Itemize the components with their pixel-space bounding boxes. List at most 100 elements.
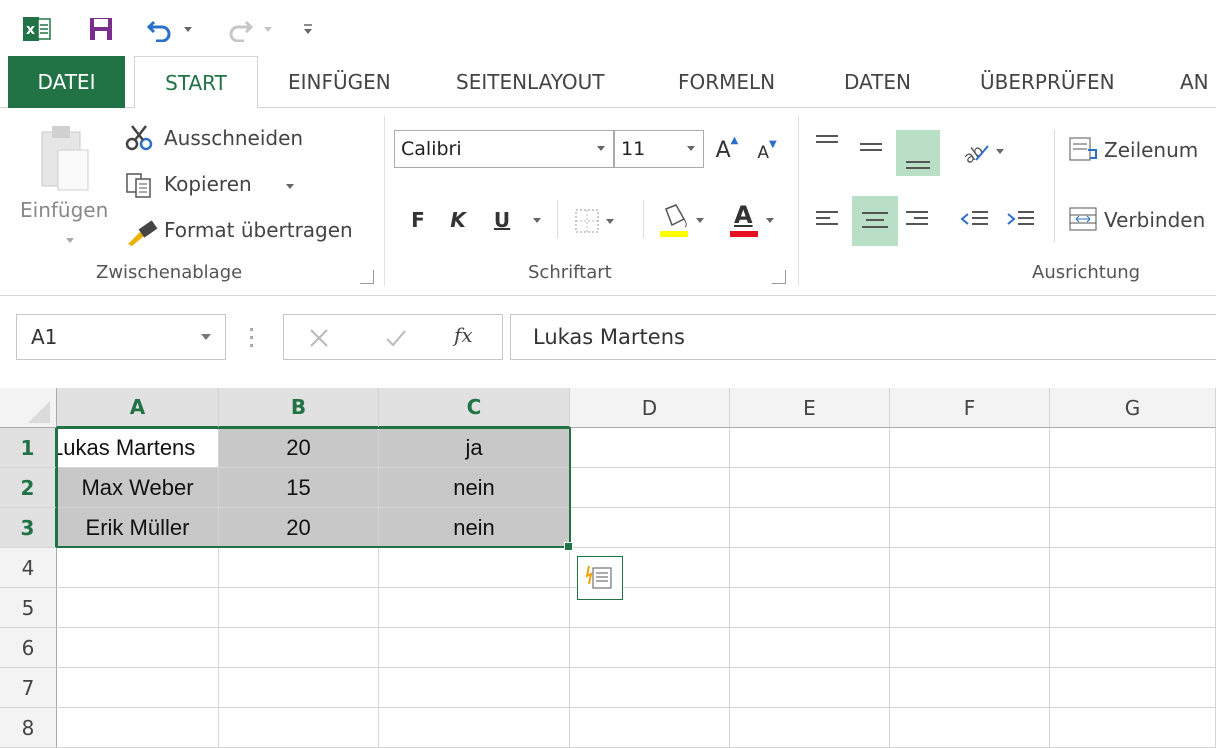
cell-b5[interactable] [219,588,379,628]
cell-e2[interactable] [730,468,890,508]
cell-c5[interactable] [379,588,570,628]
tab-datei[interactable]: DATEI [8,56,125,108]
cell-b8[interactable] [219,708,379,748]
font-name-combobox[interactable]: Calibri [394,130,614,168]
align-center-button[interactable] [852,196,898,246]
cell-b3[interactable]: 20 [219,508,379,548]
cell-d1[interactable] [570,428,730,468]
cell-a7[interactable] [57,668,219,708]
row-header-6[interactable]: 6 [0,628,57,668]
cell-e5[interactable] [730,588,890,628]
tab-ansicht[interactable]: AN [1180,56,1209,108]
cell-c1[interactable]: ja [379,428,570,468]
cell-f4[interactable] [890,548,1050,588]
tab-ueberpruefen[interactable]: ÜBERPRÜFEN [980,56,1115,108]
row-header-7[interactable]: 7 [0,668,57,708]
select-all-corner[interactable] [0,388,57,428]
column-header-c[interactable]: C [379,388,570,428]
cell-c8[interactable] [379,708,570,748]
column-header-e[interactable]: E [730,388,890,428]
cell-e8[interactable] [730,708,890,748]
align-left-button[interactable] [812,200,848,244]
row-header-5[interactable]: 5 [0,588,57,628]
row-header-4[interactable]: 4 [0,548,57,588]
dialog-launcher-icon[interactable] [360,270,374,284]
dialog-launcher-icon[interactable] [772,270,786,284]
cell-e1[interactable] [730,428,890,468]
save-icon[interactable] [86,14,116,44]
cell-e4[interactable] [730,548,890,588]
cell-d8[interactable] [570,708,730,748]
cell-d7[interactable] [570,668,730,708]
align-bottom-button[interactable] [896,130,940,176]
insert-function-icon[interactable]: fx [454,323,473,347]
row-header-2[interactable]: 2 [0,468,57,508]
splitter-handle[interactable] [250,326,254,348]
quick-analysis-button[interactable] [577,556,623,600]
cell-c7[interactable] [379,668,570,708]
cell-g2[interactable] [1050,468,1216,508]
cell-b2[interactable]: 15 [219,468,379,508]
undo-button[interactable] [142,14,196,44]
cell-g6[interactable] [1050,628,1216,668]
underline-button[interactable]: U [488,198,516,242]
row-header-3[interactable]: 3 [0,508,57,548]
cell-g5[interactable] [1050,588,1216,628]
cell-c6[interactable] [379,628,570,668]
decrease-indent-button[interactable] [958,200,994,244]
cell-d3[interactable] [570,508,730,548]
cell-c2[interactable]: nein [379,468,570,508]
cell-f3[interactable] [890,508,1050,548]
font-color-button[interactable]: A [728,200,782,240]
formula-input[interactable]: Lukas Martens [510,314,1216,360]
cell-f8[interactable] [890,708,1050,748]
shrink-font-button[interactable]: A ▼ [752,136,782,170]
paste-button[interactable]: Einfügen [16,116,116,246]
cell-a2[interactable]: Max Weber [57,468,219,508]
tab-start[interactable]: START [134,56,258,109]
column-header-b[interactable]: B [219,388,379,428]
cell-c3[interactable]: nein [379,508,570,548]
row-header-8[interactable]: 8 [0,708,57,748]
cell-a3[interactable]: Erik Müller [57,508,219,548]
column-header-f[interactable]: F [890,388,1050,428]
cell-d2[interactable] [570,468,730,508]
customize-qat-icon[interactable] [298,14,318,44]
cell-g1[interactable] [1050,428,1216,468]
column-header-a[interactable]: A [57,388,219,428]
tab-formeln[interactable]: FORMELN [678,56,775,108]
increase-indent-button[interactable] [1004,200,1040,244]
font-size-combobox[interactable]: 11 [614,130,704,168]
cancel-icon[interactable] [308,327,330,349]
cell-f7[interactable] [890,668,1050,708]
border-button[interactable] [574,204,628,238]
cell-a1[interactable]: Lukas Martens [57,428,219,468]
cell-c4[interactable] [379,548,570,588]
tab-einfuegen[interactable]: EINFÜGEN [288,56,391,108]
cell-g3[interactable] [1050,508,1216,548]
cell-b6[interactable] [219,628,379,668]
cell-f5[interactable] [890,588,1050,628]
cell-f1[interactable] [890,428,1050,468]
cell-e6[interactable] [730,628,890,668]
bold-button[interactable]: F [404,198,432,242]
cell-f6[interactable] [890,628,1050,668]
cell-b1[interactable]: 20 [219,428,379,468]
cell-a4[interactable] [57,548,219,588]
tab-seitenlayout[interactable]: SEITENLAYOUT [456,56,605,108]
tab-daten[interactable]: DATEN [844,56,911,108]
cell-g4[interactable] [1050,548,1216,588]
column-header-g[interactable]: G [1050,388,1216,428]
italic-button[interactable]: K [444,198,472,242]
cell-e3[interactable] [730,508,890,548]
cell-e7[interactable] [730,668,890,708]
align-right-button[interactable] [902,200,938,244]
align-middle-button[interactable] [856,130,892,174]
orientation-button[interactable]: ab [960,134,1020,168]
cell-g8[interactable] [1050,708,1216,748]
fill-handle[interactable] [564,542,573,551]
redo-button[interactable] [222,14,276,44]
fill-color-button[interactable] [658,200,718,240]
enter-check-icon[interactable] [384,327,408,349]
row-header-1[interactable]: 1 [0,428,57,468]
